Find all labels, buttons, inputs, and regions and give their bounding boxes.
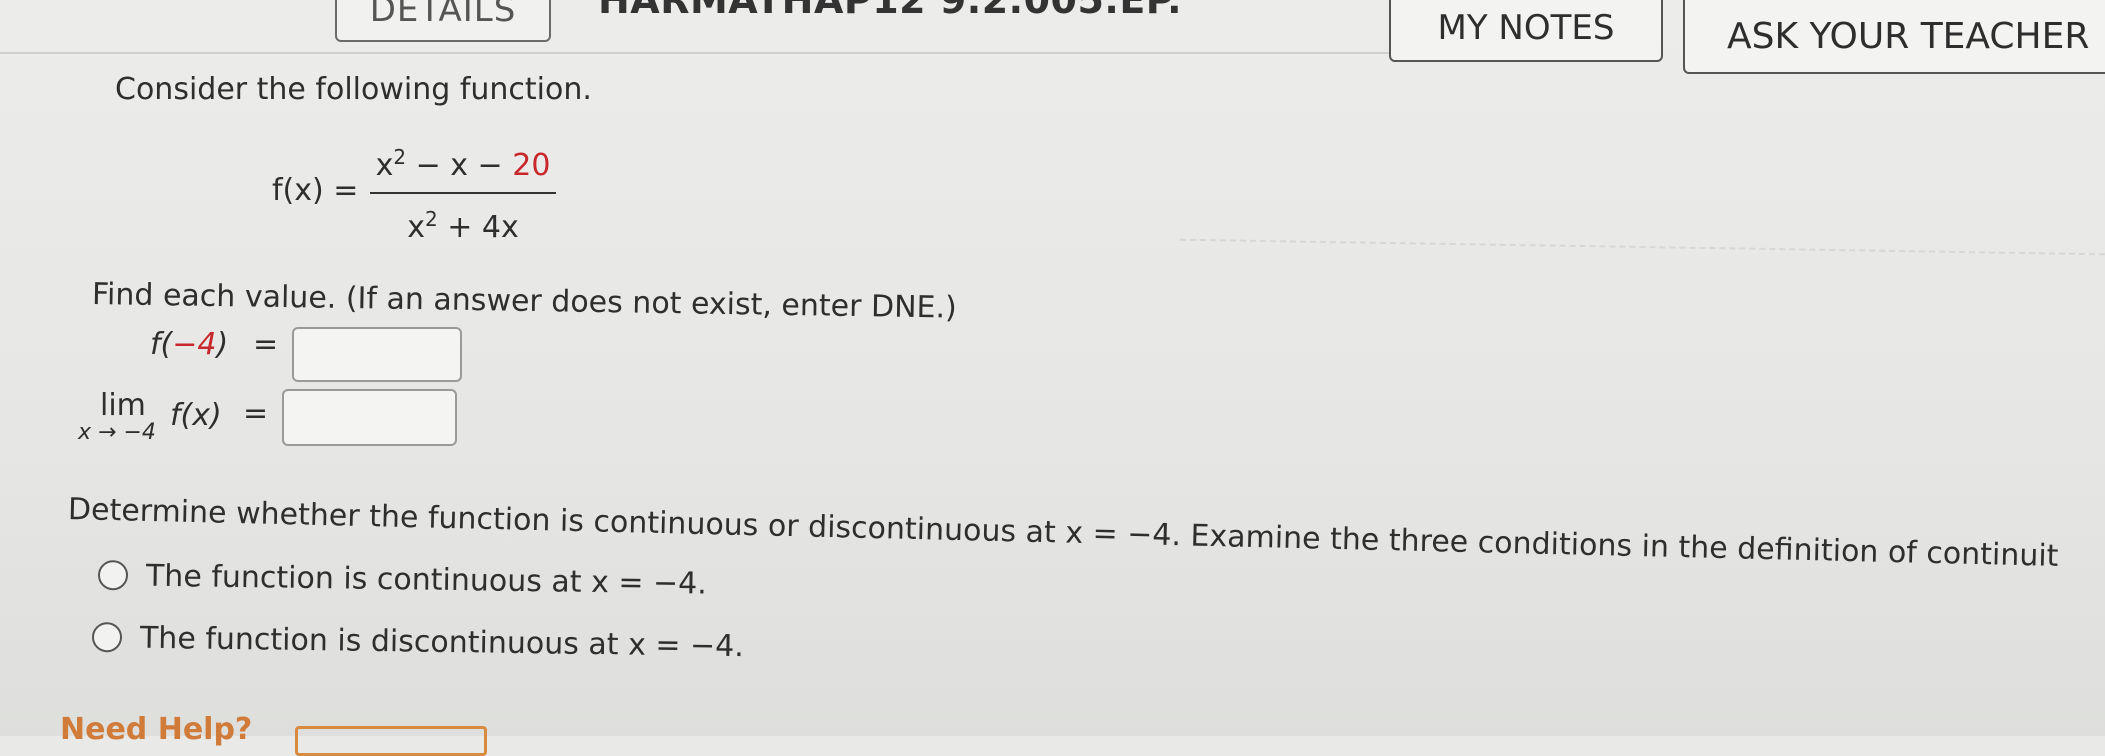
help-button[interactable] <box>295 726 487 756</box>
function-label: f(x) = <box>272 173 359 208</box>
details-button-label: DETAILS <box>369 0 517 30</box>
option-continuous[interactable]: The function is continuous at x = −4. <box>97 558 708 602</box>
denominator: x2 + 4x <box>407 207 519 245</box>
fraction-bar <box>370 192 556 194</box>
problem-prompt: Consider the following function. <box>115 72 592 107</box>
limit-answer-input[interactable] <box>282 389 457 446</box>
value-label: f(−4) <box>150 327 229 362</box>
numerator-constant: 20 <box>512 148 551 183</box>
option-discontinuous[interactable]: The function is discontinuous at x = −4. <box>91 620 745 665</box>
limit-subscript: x → −4 <box>78 420 156 445</box>
details-button[interactable]: DETAILS <box>335 0 551 42</box>
header-divider <box>0 52 1390 54</box>
option-discontinuous-label: The function is discontinuous at x = −4. <box>139 620 745 665</box>
limit-word: lim <box>100 388 146 423</box>
numerator: x2 − x − 20 <box>375 145 551 183</box>
background-guide-line <box>1180 238 2105 256</box>
equals-sign: = <box>243 396 269 431</box>
radio-button-continuous[interactable] <box>97 559 129 590</box>
my-notes-button[interactable]: MY NOTES <box>1389 0 1663 62</box>
option-continuous-label: The function is continuous at x = −4. <box>145 558 708 602</box>
need-help-label: Need Help? <box>60 712 253 747</box>
value-answer-input[interactable] <box>292 327 462 382</box>
instructions: Find each value. (If an answer does not … <box>91 277 958 326</box>
ask-your-teacher-button[interactable]: ASK YOUR TEACHER <box>1683 0 2105 74</box>
radio-button-discontinuous[interactable] <box>91 621 123 652</box>
page: DETAILS HARMATHAP12 9.2.005.EP. MY NOTES… <box>0 0 2105 756</box>
problem-id: HARMATHAP12 9.2.005.EP. <box>598 0 1183 22</box>
equals-sign: = <box>253 327 279 362</box>
limit-function: f(x) <box>170 398 222 433</box>
